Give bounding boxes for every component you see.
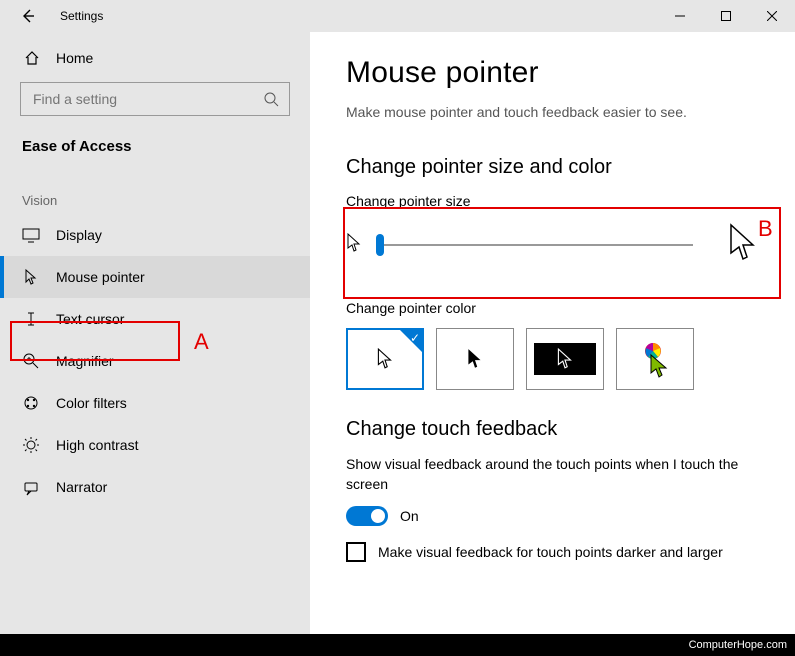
sidebar-item-label: High contrast — [56, 437, 138, 453]
pointer-size-slider[interactable] — [376, 235, 693, 255]
home-label: Home — [56, 50, 93, 66]
selected-check-icon: ✓ — [410, 331, 420, 345]
pointer-color-inverted[interactable] — [526, 328, 604, 390]
sidebar-item-display[interactable]: Display — [0, 214, 310, 256]
category-header: Ease of Access — [0, 124, 310, 169]
home-link[interactable]: Home — [0, 42, 310, 74]
pointer-color-options: ✓ — [346, 328, 759, 390]
high-contrast-icon — [22, 436, 40, 454]
section-heading-touch: Change touch feedback — [346, 418, 759, 441]
pointer-color-white[interactable]: ✓ — [346, 328, 424, 390]
footer-attribution: ComputerHope.com — [0, 634, 795, 656]
home-icon — [24, 50, 40, 66]
content-pane: Mouse pointer Make mouse pointer and tou… — [310, 32, 795, 634]
pointer-color-label: Change pointer color — [346, 300, 759, 316]
settings-window: Settings Home — [0, 0, 795, 634]
pointer-size-label: Change pointer size — [346, 193, 759, 209]
sidebar-item-narrator[interactable]: Narrator — [0, 466, 310, 508]
cursor-large-icon — [727, 223, 759, 266]
close-button[interactable] — [749, 0, 795, 32]
sidebar-item-text-cursor[interactable]: Text cursor — [0, 298, 310, 340]
pointer-color-custom[interactable] — [616, 328, 694, 390]
cursor-small-icon — [346, 233, 362, 256]
touch-feedback-toggle-state: On — [400, 508, 419, 524]
annotation-label-b: B — [758, 216, 773, 242]
touch-feedback-darker-checkbox[interactable] — [346, 542, 366, 562]
color-filters-icon — [22, 394, 40, 412]
magnifier-icon — [22, 352, 40, 370]
sidebar-item-label: Text cursor — [56, 311, 124, 327]
sidebar-item-color-filters[interactable]: Color filters — [0, 382, 310, 424]
section-label: Vision — [0, 169, 310, 214]
touch-feedback-description: Show visual feedback around the touch po… — [346, 455, 759, 494]
maximize-button[interactable] — [703, 0, 749, 32]
display-icon — [22, 226, 40, 244]
touch-feedback-toggle[interactable] — [346, 506, 388, 526]
page-title: Mouse pointer — [346, 56, 759, 90]
sidebar-item-high-contrast[interactable]: High contrast — [0, 424, 310, 466]
nav-list: Display Mouse pointer Text cursor — [0, 214, 310, 508]
sidebar-item-label: Color filters — [56, 395, 127, 411]
search-input[interactable] — [20, 82, 290, 116]
text-cursor-icon — [22, 310, 40, 328]
pointer-color-black[interactable] — [436, 328, 514, 390]
back-icon[interactable] — [20, 8, 36, 24]
sidebar-item-magnifier[interactable]: Magnifier — [0, 340, 310, 382]
sidebar: Home Ease of Access Vision Display — [0, 32, 310, 634]
touch-feedback-checkbox-label: Make visual feedback for touch points da… — [378, 544, 723, 560]
sidebar-item-label: Magnifier — [56, 353, 114, 369]
sidebar-item-label: Display — [56, 227, 102, 243]
title-bar: Settings — [0, 0, 795, 32]
slider-thumb[interactable] — [376, 234, 384, 256]
search-icon — [263, 91, 279, 107]
window-title: Settings — [60, 9, 103, 23]
page-subtitle: Make mouse pointer and touch feedback ea… — [346, 104, 759, 120]
narrator-icon — [22, 478, 40, 496]
annotation-label-a: A — [194, 329, 209, 355]
sidebar-item-mouse-pointer[interactable]: Mouse pointer — [0, 256, 310, 298]
mouse-pointer-icon — [22, 268, 40, 286]
pointer-size-slider-row — [346, 221, 759, 272]
sidebar-item-label: Mouse pointer — [56, 269, 145, 285]
minimize-button[interactable] — [657, 0, 703, 32]
section-heading-size-color: Change pointer size and color — [346, 156, 759, 179]
sidebar-item-label: Narrator — [56, 479, 107, 495]
search-field[interactable] — [31, 90, 255, 108]
